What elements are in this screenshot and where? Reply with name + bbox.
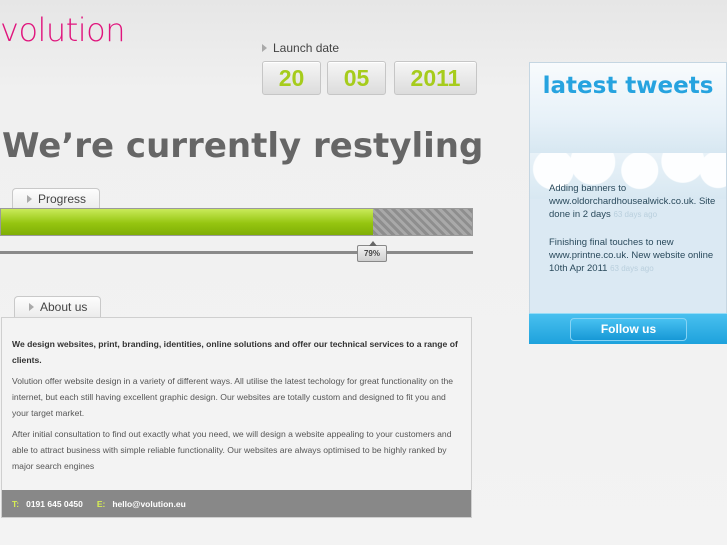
- arrow-right-icon: [27, 195, 32, 203]
- about-paragraph-1: Volution offer website design in a varie…: [12, 376, 454, 418]
- tweet-list: Adding banners to www.oldorchardhousealw…: [549, 182, 719, 290]
- tweet-time: 63 days ago: [610, 264, 654, 273]
- about-paragraph-2: After initial consultation to find out e…: [12, 429, 452, 471]
- tweet-item: Adding banners to www.oldorchardhousealw…: [549, 182, 719, 221]
- contact-bar: T: 0191 645 0450 E: hello@volution.eu: [2, 490, 471, 517]
- tweet-time: 63 days ago: [613, 210, 658, 219]
- about-lead: We design websites, print, branding, ide…: [12, 339, 458, 365]
- progress-percent-badge: 79%: [357, 241, 387, 262]
- phone-key: T:: [12, 498, 20, 509]
- launch-day: 20: [262, 61, 321, 95]
- tweets-title: latest tweets: [542, 73, 714, 99]
- about-text: We design websites, print, branding, ide…: [12, 336, 464, 479]
- progress-scale-line: [0, 251, 473, 254]
- progress-bar-fill: [1, 209, 374, 235]
- progress-tab: Progress: [12, 188, 100, 209]
- arrow-right-icon: [29, 303, 34, 311]
- follow-bar: Follow us: [529, 313, 727, 344]
- launch-date-text: Launch date: [273, 41, 340, 55]
- phone-number: 0191 645 0450: [26, 498, 83, 509]
- tweet-item: Finishing final touches to new www.print…: [549, 236, 719, 275]
- about-tab: About us: [14, 296, 101, 317]
- tweets-panel: latest tweets Adding banners to www.oldo…: [529, 62, 727, 342]
- about-tab-label: About us: [40, 300, 88, 314]
- progress-bar: [0, 208, 473, 236]
- follow-us-button[interactable]: Follow us: [570, 318, 687, 341]
- progress-tab-label: Progress: [38, 192, 87, 206]
- launch-date-label: Launch date: [262, 41, 339, 55]
- email-key: E:: [96, 498, 106, 509]
- volution-logo[interactable]: volution: [0, 14, 125, 46]
- email-link[interactable]: hello@volution.eu: [112, 499, 185, 509]
- launch-year: 2011: [394, 61, 477, 95]
- arrow-right-icon: [262, 44, 267, 52]
- about-panel: We design websites, print, branding, ide…: [1, 317, 472, 518]
- page-headline: We’re currently restyling: [2, 126, 484, 166]
- launch-month: 05: [327, 61, 386, 95]
